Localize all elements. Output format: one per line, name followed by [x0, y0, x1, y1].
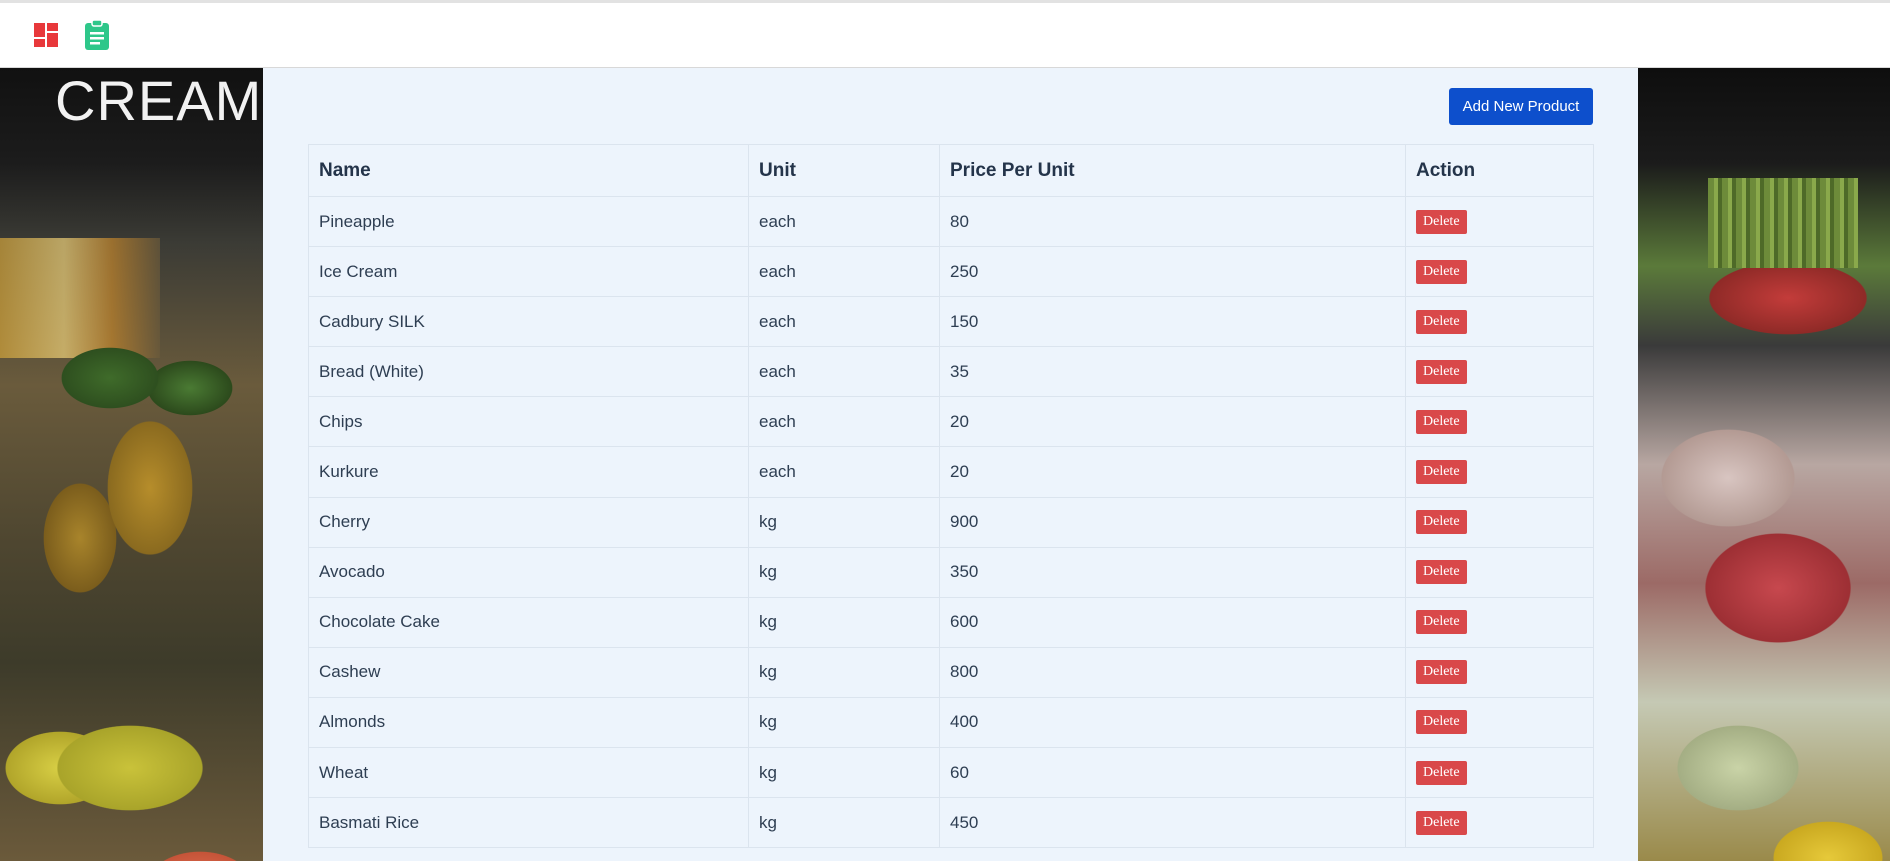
product-unit-cell: each — [748, 246, 940, 298]
produce-image — [1708, 178, 1858, 268]
table-row: Wheat kg 60 Delete — [308, 747, 1594, 799]
product-name-cell: Cherry — [308, 496, 749, 548]
product-price-cell: 20 — [939, 446, 1406, 498]
product-unit-cell: kg — [748, 496, 940, 548]
table-row: Cherry kg 900 Delete — [308, 496, 1594, 548]
product-name-cell: Kurkure — [308, 446, 749, 498]
product-action-cell: Delete — [1405, 195, 1594, 248]
product-action-cell: Delete — [1405, 546, 1594, 598]
product-action-cell: Delete — [1405, 296, 1594, 348]
delete-button[interactable]: Delete — [1416, 359, 1467, 384]
table-row: Kurkure each 20 Delete — [308, 446, 1594, 498]
product-name-cell: Basmati Rice — [308, 797, 749, 849]
store-sign: CREAM — [55, 69, 263, 132]
product-unit-cell: kg — [748, 546, 940, 598]
product-name-cell: Almonds — [308, 696, 749, 749]
delete-button[interactable]: Delete — [1416, 760, 1467, 785]
product-unit-cell: each — [748, 446, 940, 498]
table-row: Cadbury SILK each 150 Delete — [308, 296, 1594, 348]
product-name-cell: Ice Cream — [308, 246, 749, 298]
product-price-cell: 35 — [939, 346, 1406, 398]
top-navbar — [0, 0, 1890, 68]
dashboard-icon[interactable] — [29, 18, 63, 52]
product-action-cell: Delete — [1405, 446, 1594, 498]
product-action-cell: Delete — [1405, 747, 1594, 799]
table-row: Chips each 20 Delete — [308, 396, 1594, 448]
product-name-cell: Bread (White) — [308, 346, 749, 398]
pineapple-leaves-image — [40, 318, 240, 448]
product-unit-cell: each — [748, 296, 940, 348]
product-name-cell: Avocado — [308, 546, 749, 598]
product-price-cell: 350 — [939, 546, 1406, 598]
product-action-cell: Delete — [1405, 797, 1594, 849]
product-unit-cell: kg — [748, 797, 940, 849]
table-row: Ice Cream each 250 Delete — [308, 246, 1594, 298]
delete-button[interactable]: Delete — [1416, 460, 1467, 485]
product-unit-cell: kg — [748, 596, 940, 648]
delete-button[interactable]: Delete — [1416, 510, 1467, 535]
product-price-cell: 600 — [939, 596, 1406, 648]
product-action-cell: Delete — [1405, 696, 1594, 749]
product-name-cell: Wheat — [308, 747, 749, 799]
column-header-action: Action — [1405, 144, 1594, 197]
background-photo-left: CREAM — [0, 68, 263, 861]
product-action-cell: Delete — [1405, 596, 1594, 648]
products-table-container: Name Unit Price Per Unit Action Pineappl… — [308, 144, 1594, 849]
product-price-cell: 150 — [939, 296, 1406, 348]
products-panel: Add New Product Name Unit Price Per Unit… — [263, 68, 1638, 861]
product-action-cell: Delete — [1405, 396, 1594, 448]
product-unit-cell: kg — [748, 747, 940, 799]
table-header-row: Name Unit Price Per Unit Action — [308, 144, 1594, 197]
product-unit-cell: kg — [748, 646, 940, 698]
product-name-cell: Cashew — [308, 646, 749, 698]
product-name-cell: Pineapple — [308, 195, 749, 248]
product-price-cell: 400 — [939, 696, 1406, 749]
table-row: Avocado kg 350 Delete — [308, 546, 1594, 598]
products-table: Name Unit Price Per Unit Action Pineappl… — [308, 144, 1594, 849]
table-row: Bread (White) each 35 Delete — [308, 346, 1594, 398]
product-price-cell: 80 — [939, 195, 1406, 248]
product-name-cell: Chips — [308, 396, 749, 448]
table-row: Almonds kg 400 Delete — [308, 696, 1594, 749]
product-unit-cell: each — [748, 396, 940, 448]
background-photo-right — [1638, 68, 1890, 861]
product-unit-cell: each — [748, 195, 940, 248]
delete-button[interactable]: Delete — [1416, 209, 1467, 234]
clipboard-icon[interactable] — [80, 18, 114, 52]
delete-button[interactable]: Delete — [1416, 309, 1467, 334]
delete-button[interactable]: Delete — [1416, 560, 1467, 585]
product-action-cell: Delete — [1405, 346, 1594, 398]
product-price-cell: 20 — [939, 396, 1406, 448]
delete-button[interactable]: Delete — [1416, 810, 1467, 835]
column-header-name: Name — [308, 144, 749, 197]
delete-button[interactable]: Delete — [1416, 610, 1467, 635]
column-header-unit: Unit — [748, 144, 940, 197]
product-name-cell: Cadbury SILK — [308, 296, 749, 348]
product-name-cell: Chocolate Cake — [308, 596, 749, 648]
product-action-cell: Delete — [1405, 646, 1594, 698]
product-unit-cell: kg — [748, 696, 940, 749]
delete-button[interactable]: Delete — [1416, 259, 1467, 284]
product-unit-cell: each — [748, 346, 940, 398]
table-row: Chocolate Cake kg 600 Delete — [308, 596, 1594, 648]
product-price-cell: 450 — [939, 797, 1406, 849]
add-new-product-button[interactable]: Add New Product — [1449, 88, 1593, 125]
delete-button[interactable]: Delete — [1416, 409, 1467, 434]
product-price-cell: 250 — [939, 246, 1406, 298]
table-row: Pineapple each 80 Delete — [308, 195, 1594, 248]
product-action-cell: Delete — [1405, 496, 1594, 548]
product-action-cell: Delete — [1405, 246, 1594, 298]
product-price-cell: 60 — [939, 747, 1406, 799]
delete-button[interactable]: Delete — [1416, 660, 1467, 685]
table-row: Cashew kg 800 Delete — [308, 646, 1594, 698]
product-price-cell: 900 — [939, 496, 1406, 548]
table-row: Basmati Rice kg 450 Delete — [308, 797, 1594, 849]
delete-button[interactable]: Delete — [1416, 710, 1467, 735]
column-header-price: Price Per Unit — [939, 144, 1406, 197]
product-price-cell: 800 — [939, 646, 1406, 698]
